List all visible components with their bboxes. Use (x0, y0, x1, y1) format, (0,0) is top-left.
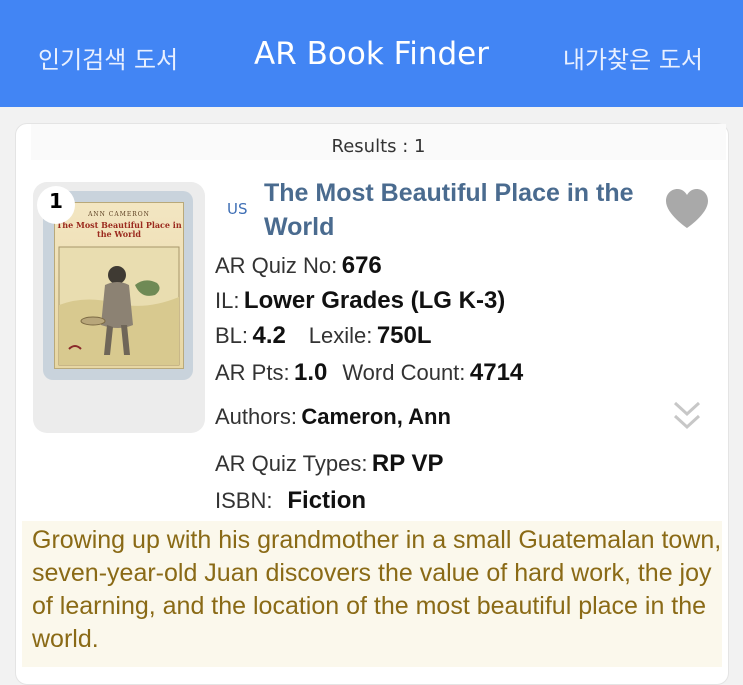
isbn-row: ISBN: Fiction (215, 487, 366, 515)
bl-value: 4.2 (252, 322, 286, 349)
results-count: Results : 1 (31, 124, 726, 160)
lexile-label: Lexile: (308, 323, 373, 348)
quiz-types-row: AR Quiz Types: RP VP (215, 450, 443, 478)
quiz-no-value: 676 (341, 252, 382, 279)
double-chevron-down-icon[interactable] (672, 400, 702, 432)
quiz-no-label: AR Quiz No: (215, 253, 338, 278)
quiz-types-label: AR Quiz Types: (215, 451, 368, 476)
cover-container[interactable]: ANN CAMERON The Most Beautiful Place in … (33, 182, 205, 433)
word-count-value: 4714 (469, 359, 524, 386)
book-title[interactable]: The Most Beautiful Place in the World (264, 176, 644, 244)
isbn-label: ISBN: (215, 488, 273, 513)
book-cover-image[interactable]: ANN CAMERON The Most Beautiful Place in … (54, 202, 184, 369)
book-result-card: Results : 1 ANN CAMERON The Most Beautif… (15, 123, 729, 685)
quiz-no-row: AR Quiz No: 676 (215, 252, 382, 280)
lexile-value: 750L (376, 322, 432, 349)
word-count-label: Word Count: (342, 360, 466, 385)
my-searched-books-link[interactable]: 내가찾은 도서 (563, 40, 703, 75)
rank-badge: 1 (37, 186, 75, 224)
heart-icon[interactable] (664, 188, 710, 230)
authors-value: Cameron, Ann (301, 404, 451, 429)
il-label: IL: (215, 288, 240, 313)
bl-lexile-row: BL: 4.2 Lexile: 750L (215, 322, 432, 350)
book-description: Growing up with his grandmother in a sma… (22, 521, 722, 667)
quiz-types-value: RP VP (371, 450, 444, 477)
cover-author-text: ANN CAMERON (88, 211, 150, 218)
cover-illustration (58, 246, 180, 366)
authors-label: Authors: (215, 404, 297, 429)
pts-wordcount-row: AR Pts: 1.0 Word Count: 4714 (215, 359, 523, 387)
app-header: 인기검색 도서 AR Book Finder 내가찾은 도서 (0, 0, 743, 107)
il-value: Lower Grades (LG K-3) (243, 287, 506, 314)
pts-label: AR Pts: (215, 360, 290, 385)
pts-value: 1.0 (294, 359, 328, 386)
authors-row: Authors: Cameron, Ann (215, 404, 451, 430)
isbn-value: Fiction (287, 487, 367, 514)
interest-level-row: IL: Lower Grades (LG K-3) (215, 287, 505, 315)
bl-label: BL: (215, 323, 249, 348)
country-code: US (227, 200, 248, 218)
cover-title-text: The Most Beautiful Place in the World (56, 220, 182, 239)
description-text: Growing up with his grandmother in a sma… (32, 526, 722, 653)
